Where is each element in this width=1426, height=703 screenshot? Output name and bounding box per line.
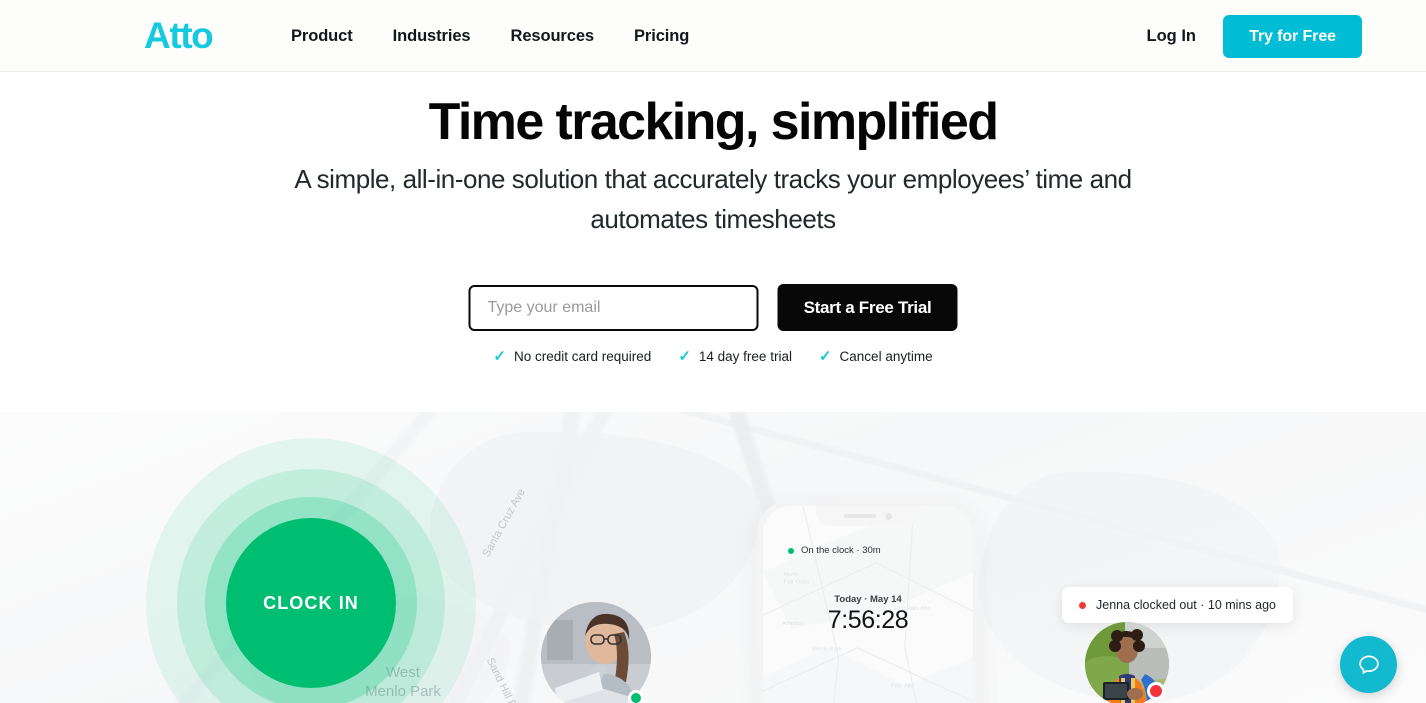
perk-no-credit-card: ✓ No credit card required [493,349,651,364]
nav-item-product[interactable]: Product [291,27,353,46]
perk-free-trial: ✓ 14 day free trial [678,349,792,364]
svg-text:Fair Oaks: Fair Oaks [784,580,809,586]
chat-bubble-icon [1358,655,1379,674]
phone-notch [816,506,920,526]
trial-signup-form: Start a Free Trial [468,284,958,331]
speaker-icon [844,514,876,518]
clock-in-label: CLOCK IN [263,592,359,613]
check-icon: ✓ [678,348,691,365]
phone-status-bar: On the clock · 30m [788,545,881,556]
nav-item-pricing[interactable]: Pricing [634,27,689,46]
clock-in-widget: CLOCK IN [146,438,476,703]
check-icon: ✓ [818,348,832,365]
perk-label: 14 day free trial [698,349,792,364]
notification-text: Jenna clocked out · 10 mins ago [1096,598,1276,612]
phone-mockup: North Fair Oaks Atherton Menlo Park East … [757,500,979,703]
nav-item-industries[interactable]: Industries [393,27,471,46]
clock-in-button[interactable]: CLOCK IN [226,518,396,688]
nav-item-resources[interactable]: Resources [511,27,595,46]
status-dot-icon [1079,601,1086,609]
page-subtitle: A simple, all-in-one solution that accur… [294,164,1132,234]
hero-illustration: West Menlo Park SHARON HEIGHTS Stanford … [0,412,1426,703]
phone-timer: 7:56:28 [827,606,909,634]
avatar [541,602,651,703]
perk-cancel-anytime: ✓ Cancel anytime [819,349,933,364]
hero-section: Time tracking, simplified A simple, all-… [0,72,1426,703]
phone-status-text: On the clock · 30m [801,545,881,556]
perk-label: Cancel anytime [839,349,933,364]
email-input[interactable] [468,284,759,331]
login-link[interactable]: Log In [1147,0,1196,72]
status-dot-clocked-out [1147,682,1165,700]
avatar-photo [541,602,651,703]
svg-text:Palo Alto: Palo Alto [891,684,915,690]
camera-icon [885,512,892,520]
svg-text:Menlo Park: Menlo Park [812,647,842,653]
logo-atto[interactable]: Atto [144,16,214,56]
start-free-trial-button[interactable]: Start a Free Trial [777,284,958,331]
check-icon: ✓ [493,348,506,365]
phone-date-label: Today · May 14 [834,594,902,605]
perk-label: No credit card required [513,349,652,364]
site-header: Atto Product Industries Resources Pricin… [0,0,1426,72]
help-chat-button[interactable] [1340,636,1397,693]
status-dot-clocked-in [628,690,644,703]
svg-text:North: North [784,572,798,578]
status-dot-icon [788,547,794,554]
notification-jenna[interactable]: Jenna clocked out · 10 mins ago [1062,587,1293,623]
try-for-free-button[interactable]: Try for Free [1223,15,1362,58]
page-title: Time tracking, simplified [428,93,999,151]
perks-list: ✓ No credit card required ✓ 14 day free … [493,349,932,364]
main-navigation: Product Industries Resources Pricing [291,0,689,72]
